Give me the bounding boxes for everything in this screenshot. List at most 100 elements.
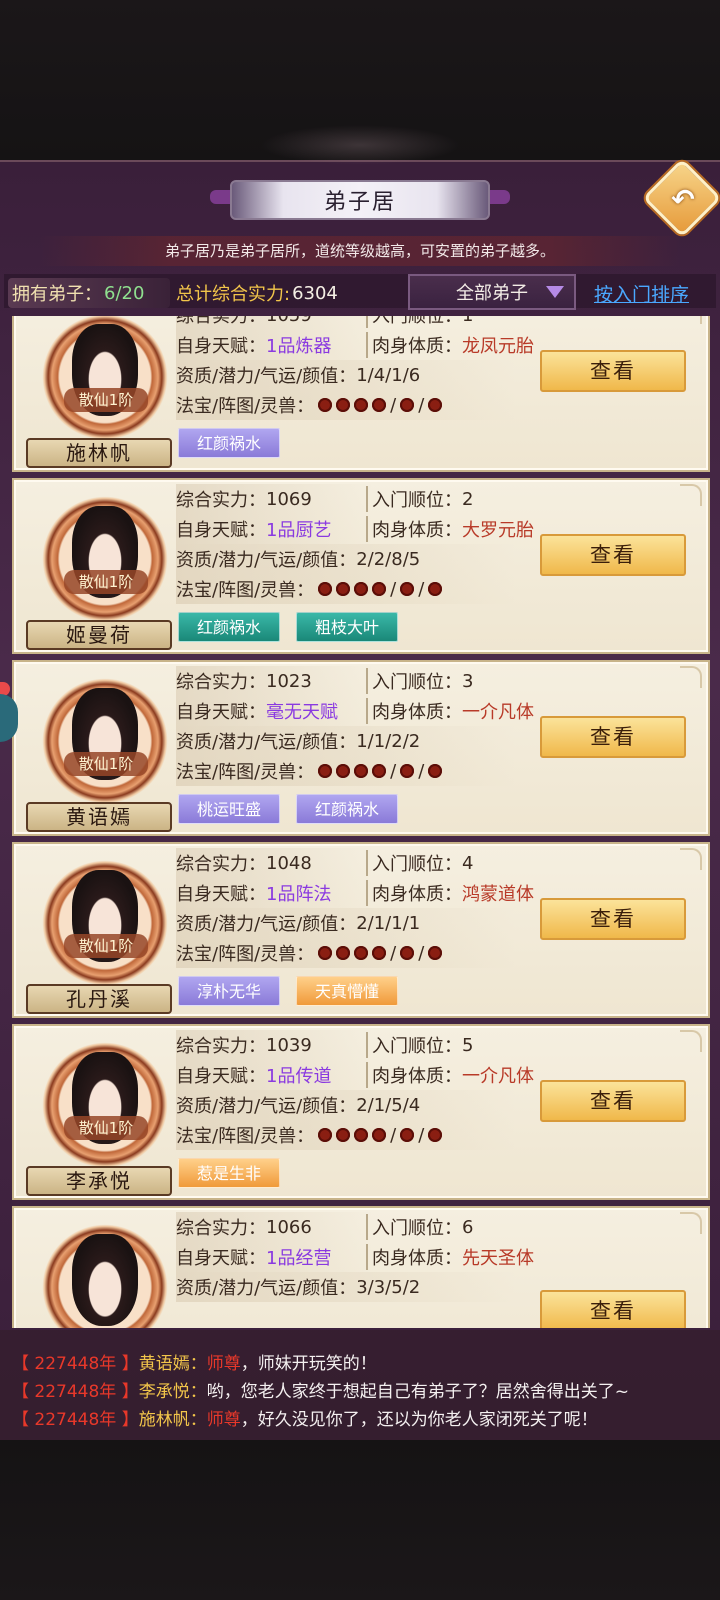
divider	[366, 332, 368, 358]
trait-tag[interactable]: 粗枝大叶	[296, 612, 399, 642]
order-value: 5	[462, 1034, 474, 1056]
chat-year: 【 227448年 】	[12, 1382, 139, 1402]
body-label: 肉身体质：	[372, 1248, 462, 1269]
slot-separator: /	[390, 394, 397, 416]
chat-speaker: 黄语嫣：	[138, 1354, 207, 1374]
chat-message: 【 227448年 】施林帆：师尊，好久没见你了，还以为你老人家闭死关了呢！	[12, 1406, 598, 1434]
view-button[interactable]: 查看	[540, 716, 686, 758]
order-label: 入门顺位：	[372, 1036, 462, 1057]
trait-tag[interactable]: 红颜祸水	[296, 794, 399, 824]
avatar[interactable]	[72, 1234, 138, 1326]
rank-label: 散仙1阶	[64, 752, 148, 776]
treasure-row: 法宝/阵图/灵兽： / /	[176, 756, 516, 786]
treasure-slot	[372, 398, 387, 412]
treasure-slot	[354, 398, 369, 412]
aptitude-row: 资质/潜力/气运/颜值： 2/2/8/5	[176, 544, 516, 574]
chat-log[interactable]: 【 227448年 】黄语嫣：师尊，师妹开玩笑的！ 【 227448年 】李承悦…	[0, 1330, 720, 1440]
formation-slot	[400, 764, 415, 778]
slot-separator: /	[418, 942, 425, 964]
power-label: 综合实力：	[176, 1036, 266, 1057]
order-label: 入门顺位：	[372, 1218, 462, 1239]
power-row: 综合实力： 1066	[176, 1212, 372, 1242]
disciple-filter-dropdown[interactable]: 全部弟子	[408, 274, 576, 310]
treasure-slot	[354, 946, 369, 960]
power-value: 1023	[266, 670, 312, 692]
beast-slot	[428, 946, 443, 960]
divider	[366, 698, 368, 724]
slot-separator: /	[418, 760, 425, 782]
sort-by-join-order-link[interactable]: 按入门排序	[594, 280, 689, 308]
disciple-count-label: 拥有弟子：	[12, 284, 102, 305]
treasure-slot	[318, 946, 333, 960]
view-button[interactable]: 查看	[540, 1080, 686, 1122]
treasure-label: 法宝/阵图/灵兽：	[176, 1126, 315, 1147]
disciple-name: 孔丹溪	[26, 984, 172, 1014]
treasure-slot	[336, 946, 351, 960]
slot-separator: /	[418, 1124, 425, 1146]
body-label: 肉身体质：	[372, 884, 462, 905]
talent-value: 1品阵法	[266, 884, 332, 905]
treasure-slot	[372, 582, 387, 596]
talent-label: 自身天赋：	[176, 1066, 266, 1087]
talent-row: 自身天赋： 1品厨艺	[176, 514, 372, 544]
aptitude-row: 资质/潜力/气运/颜值： 2/1/1/1	[176, 908, 516, 938]
trait-tag[interactable]: 天真懵懂	[296, 976, 399, 1006]
treasure-slot	[318, 764, 333, 778]
view-button[interactable]: 查看	[540, 1290, 686, 1328]
treasure-slot	[318, 582, 333, 596]
chat-text: 哟，您老人家终于想起自己有弟子了？居然舍得出关了~	[206, 1382, 629, 1402]
view-button[interactable]: 查看	[540, 898, 686, 940]
treasure-row: 法宝/阵图/灵兽： / /	[176, 574, 516, 604]
trait-tag[interactable]: 红颜祸水	[178, 428, 281, 458]
view-button[interactable]: 查看	[540, 350, 686, 392]
chat-highlight: 师尊	[206, 1354, 241, 1374]
disciple-count-value: 6/20	[104, 282, 145, 304]
trait-tag[interactable]: 红颜祸水	[178, 612, 281, 642]
divider	[366, 850, 368, 876]
divider	[366, 1244, 368, 1270]
trait-tag[interactable]: 桃运旺盛	[178, 794, 281, 824]
formation-slot	[400, 946, 415, 960]
talent-row: 自身天赋： 1品经营	[176, 1242, 372, 1272]
treasure-slot	[336, 398, 351, 412]
beast-slot	[428, 398, 443, 412]
trait-tag[interactable]: 淳朴无华	[178, 976, 281, 1006]
talent-value: 毫无天赋	[266, 702, 338, 723]
power-row: 综合实力：1059	[176, 316, 372, 330]
aptitude-row: 资质/潜力/气运/颜值： 1/1/2/2	[176, 726, 516, 756]
aptitude-value: 2/1/5/4	[356, 1094, 421, 1116]
order-row: 入门顺位： 5	[372, 1030, 473, 1060]
chat-year: 【 227448年 】	[12, 1410, 139, 1430]
rank-label: 散仙1阶	[64, 570, 148, 594]
body-row: 肉身体质： 大罗元胎	[372, 514, 534, 544]
order-row: 入门顺位： 4	[372, 848, 473, 878]
aptitude-row: 资质/潜力/气运/颜值： 3/3/5/2	[176, 1272, 516, 1302]
talent-label: 自身天赋：	[176, 1248, 266, 1269]
treasure-slots: / /	[318, 1124, 443, 1146]
page-subtitle: 弟子居乃是弟子居所，道统等级越高，可安置的弟子越多。	[164, 242, 555, 260]
aptitude-label: 资质/潜力/气运/颜值：	[176, 732, 357, 753]
beast-slot	[428, 1128, 443, 1142]
aptitude-label: 资质/潜力/气运/颜值：	[176, 1278, 357, 1299]
rank-label: 散仙1阶	[64, 1116, 148, 1140]
formation-slot	[400, 398, 415, 412]
treasure-slot	[336, 1128, 351, 1142]
view-button[interactable]: 查看	[540, 534, 686, 576]
order-row: 入门顺位： 2	[372, 484, 473, 514]
power-value: 1039	[266, 1034, 312, 1056]
divider	[366, 1032, 368, 1058]
rank-label: 散仙1阶	[64, 388, 148, 412]
power-row: 综合实力： 1069	[176, 484, 372, 514]
talent-row: 自身天赋： 1品传道	[176, 1060, 372, 1090]
body-value: 龙凤元胎	[462, 336, 534, 357]
treasure-label: 法宝/阵图/灵兽：	[176, 396, 315, 417]
order-value: 3	[462, 670, 474, 692]
power-label: 综合实力：	[176, 316, 266, 327]
trait-tag[interactable]: 惹是生非	[178, 1158, 281, 1188]
treasure-slots: / /	[318, 760, 443, 782]
order-row: 入门顺位：1	[372, 316, 473, 330]
back-arrow-icon: ↶	[671, 182, 695, 216]
body-label: 肉身体质：	[372, 702, 462, 723]
talent-label: 自身天赋：	[176, 520, 266, 541]
disciple-list[interactable]: 散仙1阶 施林帆 综合实力：1059 入门顺位：1 自身天赋：1品炼器 肉身体质…	[12, 316, 712, 1328]
